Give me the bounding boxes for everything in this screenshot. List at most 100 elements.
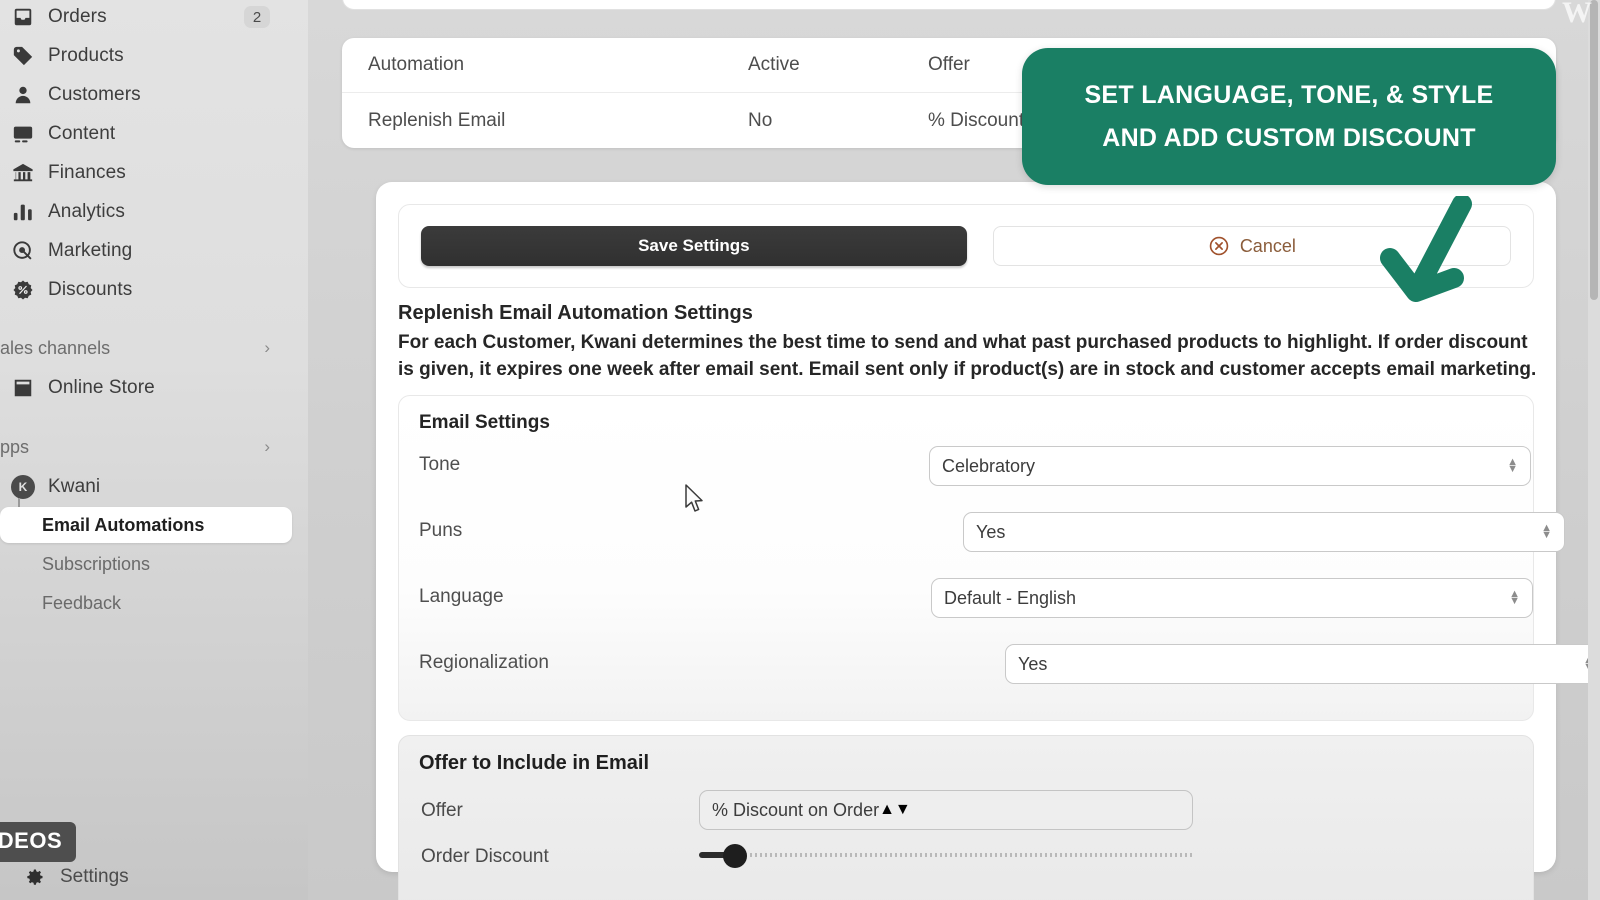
language-label: Language — [419, 586, 504, 607]
panel-heading: Replenish Email Automation Settings — [398, 302, 753, 324]
sidebar-item-feedback[interactable]: Feedback — [0, 585, 292, 621]
slider-track — [735, 853, 1195, 857]
stepper-icon: ▲▼ — [1509, 588, 1520, 607]
field-row-tone: Tone Celebratory ▲ ▼ — [419, 438, 1531, 504]
content-icon — [10, 121, 36, 147]
sidebar-item-customers[interactable]: Customers — [0, 76, 292, 114]
cell-active: No — [748, 109, 773, 131]
language-select[interactable]: Default - English ▲ ▼ — [931, 578, 1533, 618]
sidebar-item-finances[interactable]: Finances — [0, 154, 292, 192]
sidebar-item-marketing[interactable]: Marketing — [0, 232, 292, 270]
field-row-puns: Puns Yes ▲ ▼ — [419, 504, 1565, 570]
offer-label: Offer — [421, 800, 463, 821]
chevron-right-icon: › — [264, 437, 270, 456]
finances-icon — [10, 160, 36, 186]
circle-x-icon — [1208, 235, 1230, 257]
sidebar-item-label: Content — [48, 123, 116, 144]
slider-thumb[interactable] — [723, 844, 747, 868]
orders-count-badge: 2 — [244, 6, 270, 28]
sidebar-subitem-label: Email Automations — [42, 514, 205, 535]
cell-automation: Replenish Email — [368, 109, 506, 131]
sidebar-item-label: Analytics — [48, 201, 125, 222]
puns-value: Yes — [976, 521, 1006, 542]
sidebar-item-label: Customers — [48, 84, 141, 105]
sidebar-section-apps[interactable]: pps › — [0, 432, 292, 462]
order-discount-slider[interactable] — [699, 844, 1197, 868]
stepper-icon: ▲▼ — [1541, 522, 1552, 541]
sidebar-subitem-label: Feedback — [42, 592, 122, 613]
callout-banner: SET LANGUAGE, TONE, & STYLE AND ADD CUST… — [1022, 48, 1556, 185]
order-discount-label: Order Discount — [421, 846, 549, 867]
panel-description: For each Customer, Kwani determines the … — [398, 329, 1548, 383]
section-label: pps — [0, 436, 30, 457]
kwani-app-icon: K — [10, 474, 36, 500]
sidebar-section-sales-channels[interactable]: ales channels › — [0, 333, 292, 363]
stepper-icon: ▲▼ — [1507, 456, 1518, 475]
action-bar: Save Settings Cancel — [398, 204, 1534, 288]
language-value: Default - English — [944, 587, 1077, 608]
save-settings-button[interactable]: Save Settings — [421, 226, 967, 266]
table-header-active: Active — [748, 54, 800, 75]
videos-badge: VIDEOS — [0, 822, 77, 862]
email-settings-card: Email Settings Tone Celebratory ▲ ▼ Puns … — [398, 395, 1600, 721]
analytics-icon — [10, 199, 36, 225]
sidebar-item-discounts[interactable]: Discounts — [0, 271, 292, 309]
offer-section-title: Offer to Include in Email — [419, 752, 650, 774]
puns-select[interactable]: Yes ▲ ▼ — [963, 512, 1565, 552]
sidebar-item-analytics[interactable]: Analytics — [0, 193, 292, 231]
sidebar-item-label: Kwani — [48, 476, 101, 497]
marketing-icon — [10, 238, 36, 264]
products-icon — [10, 43, 36, 69]
stepper-icon: ▲▼ — [879, 801, 911, 818]
sidebar-subitem-label: Subscriptions — [42, 553, 151, 574]
regionalization-label: Regionalization — [419, 652, 549, 673]
email-settings-title: Email Settings — [419, 412, 550, 433]
sidebar-item-label: Marketing — [48, 240, 133, 261]
regionalization-value: Yes — [1018, 653, 1048, 674]
tone-select[interactable]: Celebratory ▲ ▼ — [929, 446, 1531, 486]
sidebar-item-label: Finances — [48, 162, 126, 183]
puns-label: Puns — [419, 520, 463, 541]
mouse-cursor — [684, 484, 706, 519]
discounts-icon — [10, 277, 36, 303]
orders-icon — [10, 4, 36, 30]
callout-line-2: AND ADD CUSTOM DISCOUNT — [1102, 123, 1476, 152]
vertical-scrollbar[interactable] — [1588, 0, 1600, 900]
regionalization-select[interactable]: Yes ▲▼ — [1005, 644, 1600, 684]
gear-icon — [22, 864, 48, 890]
settings-label: Settings — [60, 866, 129, 887]
field-row-language: Language Default - English ▲ ▼ — [419, 570, 1533, 636]
kwani-avatar: K — [11, 475, 35, 499]
sidebar-item-subscriptions[interactable]: Subscriptions — [0, 546, 292, 582]
sidebar-item-label: Online Store — [48, 377, 155, 398]
sidebar-item-settings[interactable]: Settings — [22, 864, 129, 890]
offer-select[interactable]: % Discount on Order ▲▼ — [699, 790, 1193, 830]
customers-icon — [10, 82, 36, 108]
section-label: ales channels — [0, 337, 111, 358]
callout-line-1: SET LANGUAGE, TONE, & STYLE — [1084, 80, 1494, 109]
field-row-regionalization: Regionalization Yes ▲▼ — [419, 636, 1600, 702]
offer-card: Offer to Include in Email Offer % Discou… — [398, 735, 1534, 900]
table-header-automation: Automation — [368, 54, 465, 75]
description-line-2: expires one week after email sent. Email… — [496, 359, 1537, 380]
scrollbar-thumb[interactable] — [1590, 0, 1598, 300]
annotation-arrow-icon — [1370, 194, 1480, 331]
chevron-right-icon: › — [264, 338, 270, 357]
app-root: Orders 2 Products Customers Content Fina… — [0, 0, 1600, 900]
store-icon — [10, 375, 36, 401]
sidebar-item-label: Orders — [48, 6, 107, 27]
sidebar-item-label: Products — [48, 45, 124, 66]
tone-label: Tone — [419, 454, 461, 475]
offer-value: % Discount on Order — [712, 799, 880, 820]
sidebar-item-label: Discounts — [48, 279, 133, 300]
sidebar: Orders 2 Products Customers Content Fina… — [0, 0, 308, 900]
sidebar-item-orders[interactable]: Orders 2 — [0, 0, 292, 36]
tone-value: Celebratory — [942, 455, 1036, 476]
sidebar-item-email-automations[interactable]: Email Automations — [0, 507, 292, 543]
sidebar-item-products[interactable]: Products — [0, 37, 292, 75]
sidebar-item-content[interactable]: Content — [0, 115, 292, 153]
top-card-stub — [342, 0, 1556, 10]
sidebar-item-online-store[interactable]: Online Store — [0, 369, 292, 407]
cancel-label: Cancel — [1239, 235, 1296, 256]
watermark: W — [1562, 0, 1592, 29]
